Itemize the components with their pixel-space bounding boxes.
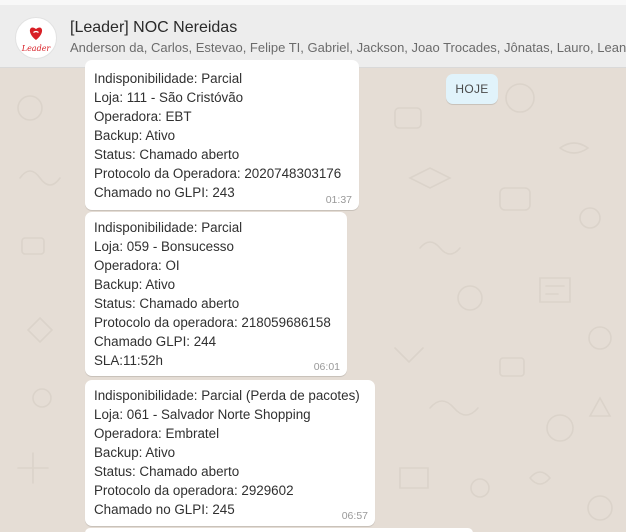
message-line: SLA:11:52h bbox=[94, 353, 163, 368]
chat-header[interactable]: Leader [Leader] NOC Nereidas Anderson da… bbox=[0, 5, 626, 68]
message-line: Chamado no GLPI: 243 bbox=[94, 185, 235, 200]
message-line: Backup: Ativo bbox=[94, 128, 176, 143]
message-line: Operadora: Embratel bbox=[94, 426, 220, 441]
message-timestamp: 06:57 bbox=[341, 510, 368, 522]
message-line: Operadora: OI bbox=[94, 258, 180, 273]
group-avatar[interactable]: Leader bbox=[15, 17, 57, 59]
message-line: Backup: Ativo bbox=[94, 445, 176, 460]
message-bubble[interactable]: Indisponibilidade: Parcial Loja: 059 - B… bbox=[85, 212, 347, 376]
message-line: Status: Chamado aberto bbox=[94, 147, 240, 162]
message-line: Backup: Ativo bbox=[94, 277, 176, 292]
group-name: [Leader] NOC Nereidas bbox=[70, 19, 238, 36]
svg-text:Leader: Leader bbox=[21, 44, 52, 53]
message-line: Operadora: EBT bbox=[94, 109, 192, 124]
message-line: Protocolo da operadora: 2929602 bbox=[94, 483, 294, 498]
message-timestamp: 01:37 bbox=[325, 194, 352, 206]
message-line: Protocolo da Operadora: 2020748303176 bbox=[94, 166, 342, 181]
message-line: Protocolo da operadora: 218059686158 bbox=[94, 315, 331, 330]
participants-list: Anderson da, Carlos, Estevao, Felipe TI,… bbox=[70, 40, 626, 55]
message-bubble[interactable]: Indisponibilidade: Parcial Loja: 111 - S… bbox=[85, 60, 359, 210]
message-line: Indisponibilidade: Parcial bbox=[94, 71, 243, 86]
message-timestamp: 06:01 bbox=[313, 361, 340, 373]
message-line: Indisponibilidade: Parcial (Perda de pac… bbox=[94, 388, 360, 403]
whatsapp-chat-window: Leader [Leader] NOC Nereidas Anderson da… bbox=[0, 0, 626, 532]
message-line: Loja: 059 - Bonsucesso bbox=[94, 239, 234, 254]
message-line: Chamado GLPI: 244 bbox=[94, 334, 217, 349]
message-line: Chamado no GLPI: 245 bbox=[94, 502, 235, 517]
message-line: Status: Chamado aberto bbox=[94, 296, 240, 311]
message-line: Loja: 111 - São Cristóvão bbox=[94, 90, 244, 105]
message-line: Indisponibilidade: Parcial bbox=[94, 220, 243, 235]
date-divider-pill: HOJE bbox=[446, 74, 498, 104]
message-line: Loja: 061 - Salvador Norte Shopping bbox=[94, 407, 311, 422]
message-bubble[interactable]: Indisponibilidade: Parcial (Perda de pac… bbox=[85, 380, 375, 526]
message-bubble-partial[interactable] bbox=[85, 528, 473, 532]
message-line: Status: Chamado aberto bbox=[94, 464, 240, 479]
leader-logo-icon: Leader bbox=[21, 27, 52, 53]
